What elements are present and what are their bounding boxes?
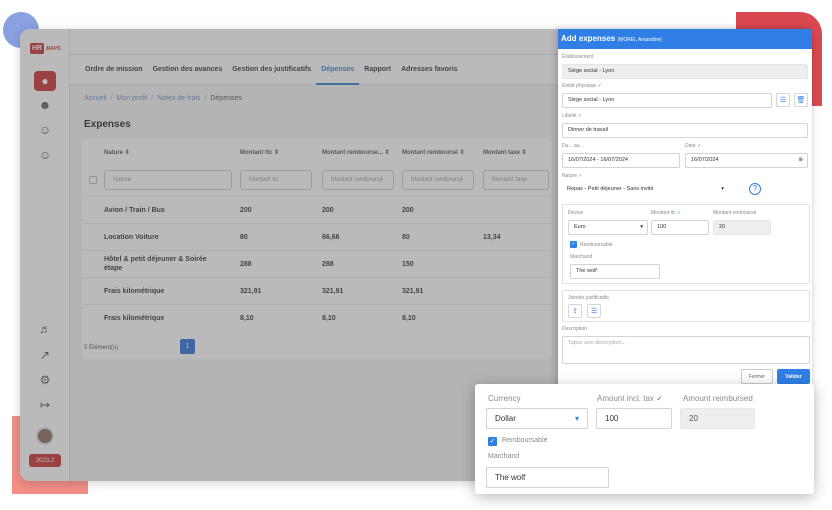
chevron-down-icon: ▾ xyxy=(640,224,643,230)
libelle-input[interactable]: Dinner de travail xyxy=(562,123,808,138)
add-expense-panel: Add expenses (MOREL Amandine) Établissem… xyxy=(558,29,812,385)
montant-ttc-label: Montant ttc ✓ xyxy=(651,210,682,216)
submit-button[interactable]: Valider xyxy=(777,369,810,384)
nature-select[interactable]: Repas - Petit déjeuner - Sans invité ▾ xyxy=(562,183,728,198)
du-au-label: Du... au... xyxy=(562,143,584,149)
list-icon[interactable]: ☰ xyxy=(587,304,601,318)
amount-reimbursed-field: 20 xyxy=(680,408,755,429)
upload-icon[interactable]: ⇪ xyxy=(568,304,582,318)
panel-header: Add expenses (MOREL Amandine) xyxy=(558,29,812,49)
chevron-down-icon: ▾ xyxy=(721,186,724,192)
amount-incl-tax-input[interactable]: 100 xyxy=(596,408,672,429)
entite-select[interactable]: Siège social - Lyon xyxy=(562,93,772,108)
help-icon[interactable]: ? xyxy=(749,183,761,195)
amount-reimbursed-label: Amount reimbursed xyxy=(683,394,753,403)
entite-label: Entité physique ✓ xyxy=(562,83,602,89)
clear-icon[interactable]: ⊗ xyxy=(798,154,803,167)
currency-label: Currency xyxy=(488,394,521,403)
chevron-down-icon: ▾ xyxy=(574,414,579,423)
marchand-input[interactable]: The wolf xyxy=(486,467,609,488)
remboursable-checkbox[interactable]: ✓ xyxy=(570,241,577,248)
amount-card: Devise Euro ▾ Montant ttc ✓ 100 Montant r… xyxy=(562,204,810,284)
trash-icon[interactable]: 🗑 xyxy=(794,93,808,107)
cancel-button[interactable]: Fermer xyxy=(741,369,773,384)
justificatifs-label: Joindre justificatifs xyxy=(568,295,609,301)
currency-select[interactable]: Dollar ▾ xyxy=(486,408,588,429)
date-input[interactable]: 16/07/2024 ⊗ xyxy=(685,153,808,168)
marchand-input[interactable]: The wolf xyxy=(570,264,660,279)
montant-rembourse-field: 20 xyxy=(713,220,771,235)
attachments-card: Joindre justificatifs ⇪ ☰ xyxy=(562,290,810,322)
remboursable-label: Remboursable xyxy=(580,242,613,248)
etablissement-field: Siège social - Lyon xyxy=(562,64,808,79)
description-label: Description xyxy=(562,326,588,332)
nature-label: Nature ✓ xyxy=(562,173,583,179)
remboursable-label: Remboursable xyxy=(502,437,548,444)
montant-rembourse-label: Montant remboursé xyxy=(713,210,757,216)
zoomed-amount-card: Currency Dollar ▾ Amount incl. tax ✓ 100 … xyxy=(475,384,814,494)
devise-label: Devise xyxy=(568,210,584,216)
montant-ttc-input[interactable]: 100 xyxy=(651,220,709,235)
marchand-label: Marchand xyxy=(570,254,593,260)
amount-incl-tax-label: Amount incl. tax ✓ xyxy=(597,394,663,403)
date-range-input[interactable]: 16/07/2024 - 16/07/2024 xyxy=(562,153,680,168)
libelle-label: Libellé ✓ xyxy=(562,113,583,119)
devise-select[interactable]: Euro ▾ xyxy=(568,220,648,235)
panel-subtitle: (MOREL Amandine) xyxy=(617,37,663,43)
marchand-label: Marchand xyxy=(488,453,520,460)
panel-title: Add expenses xyxy=(561,34,616,43)
date-label: Date ✓ xyxy=(685,143,702,149)
description-textarea[interactable]: Tapez une description... xyxy=(562,336,810,364)
list-icon[interactable]: ☰ xyxy=(776,93,790,107)
remboursable-checkbox[interactable]: ✓ xyxy=(488,437,497,446)
etablissement-label: Établissement xyxy=(562,54,594,60)
